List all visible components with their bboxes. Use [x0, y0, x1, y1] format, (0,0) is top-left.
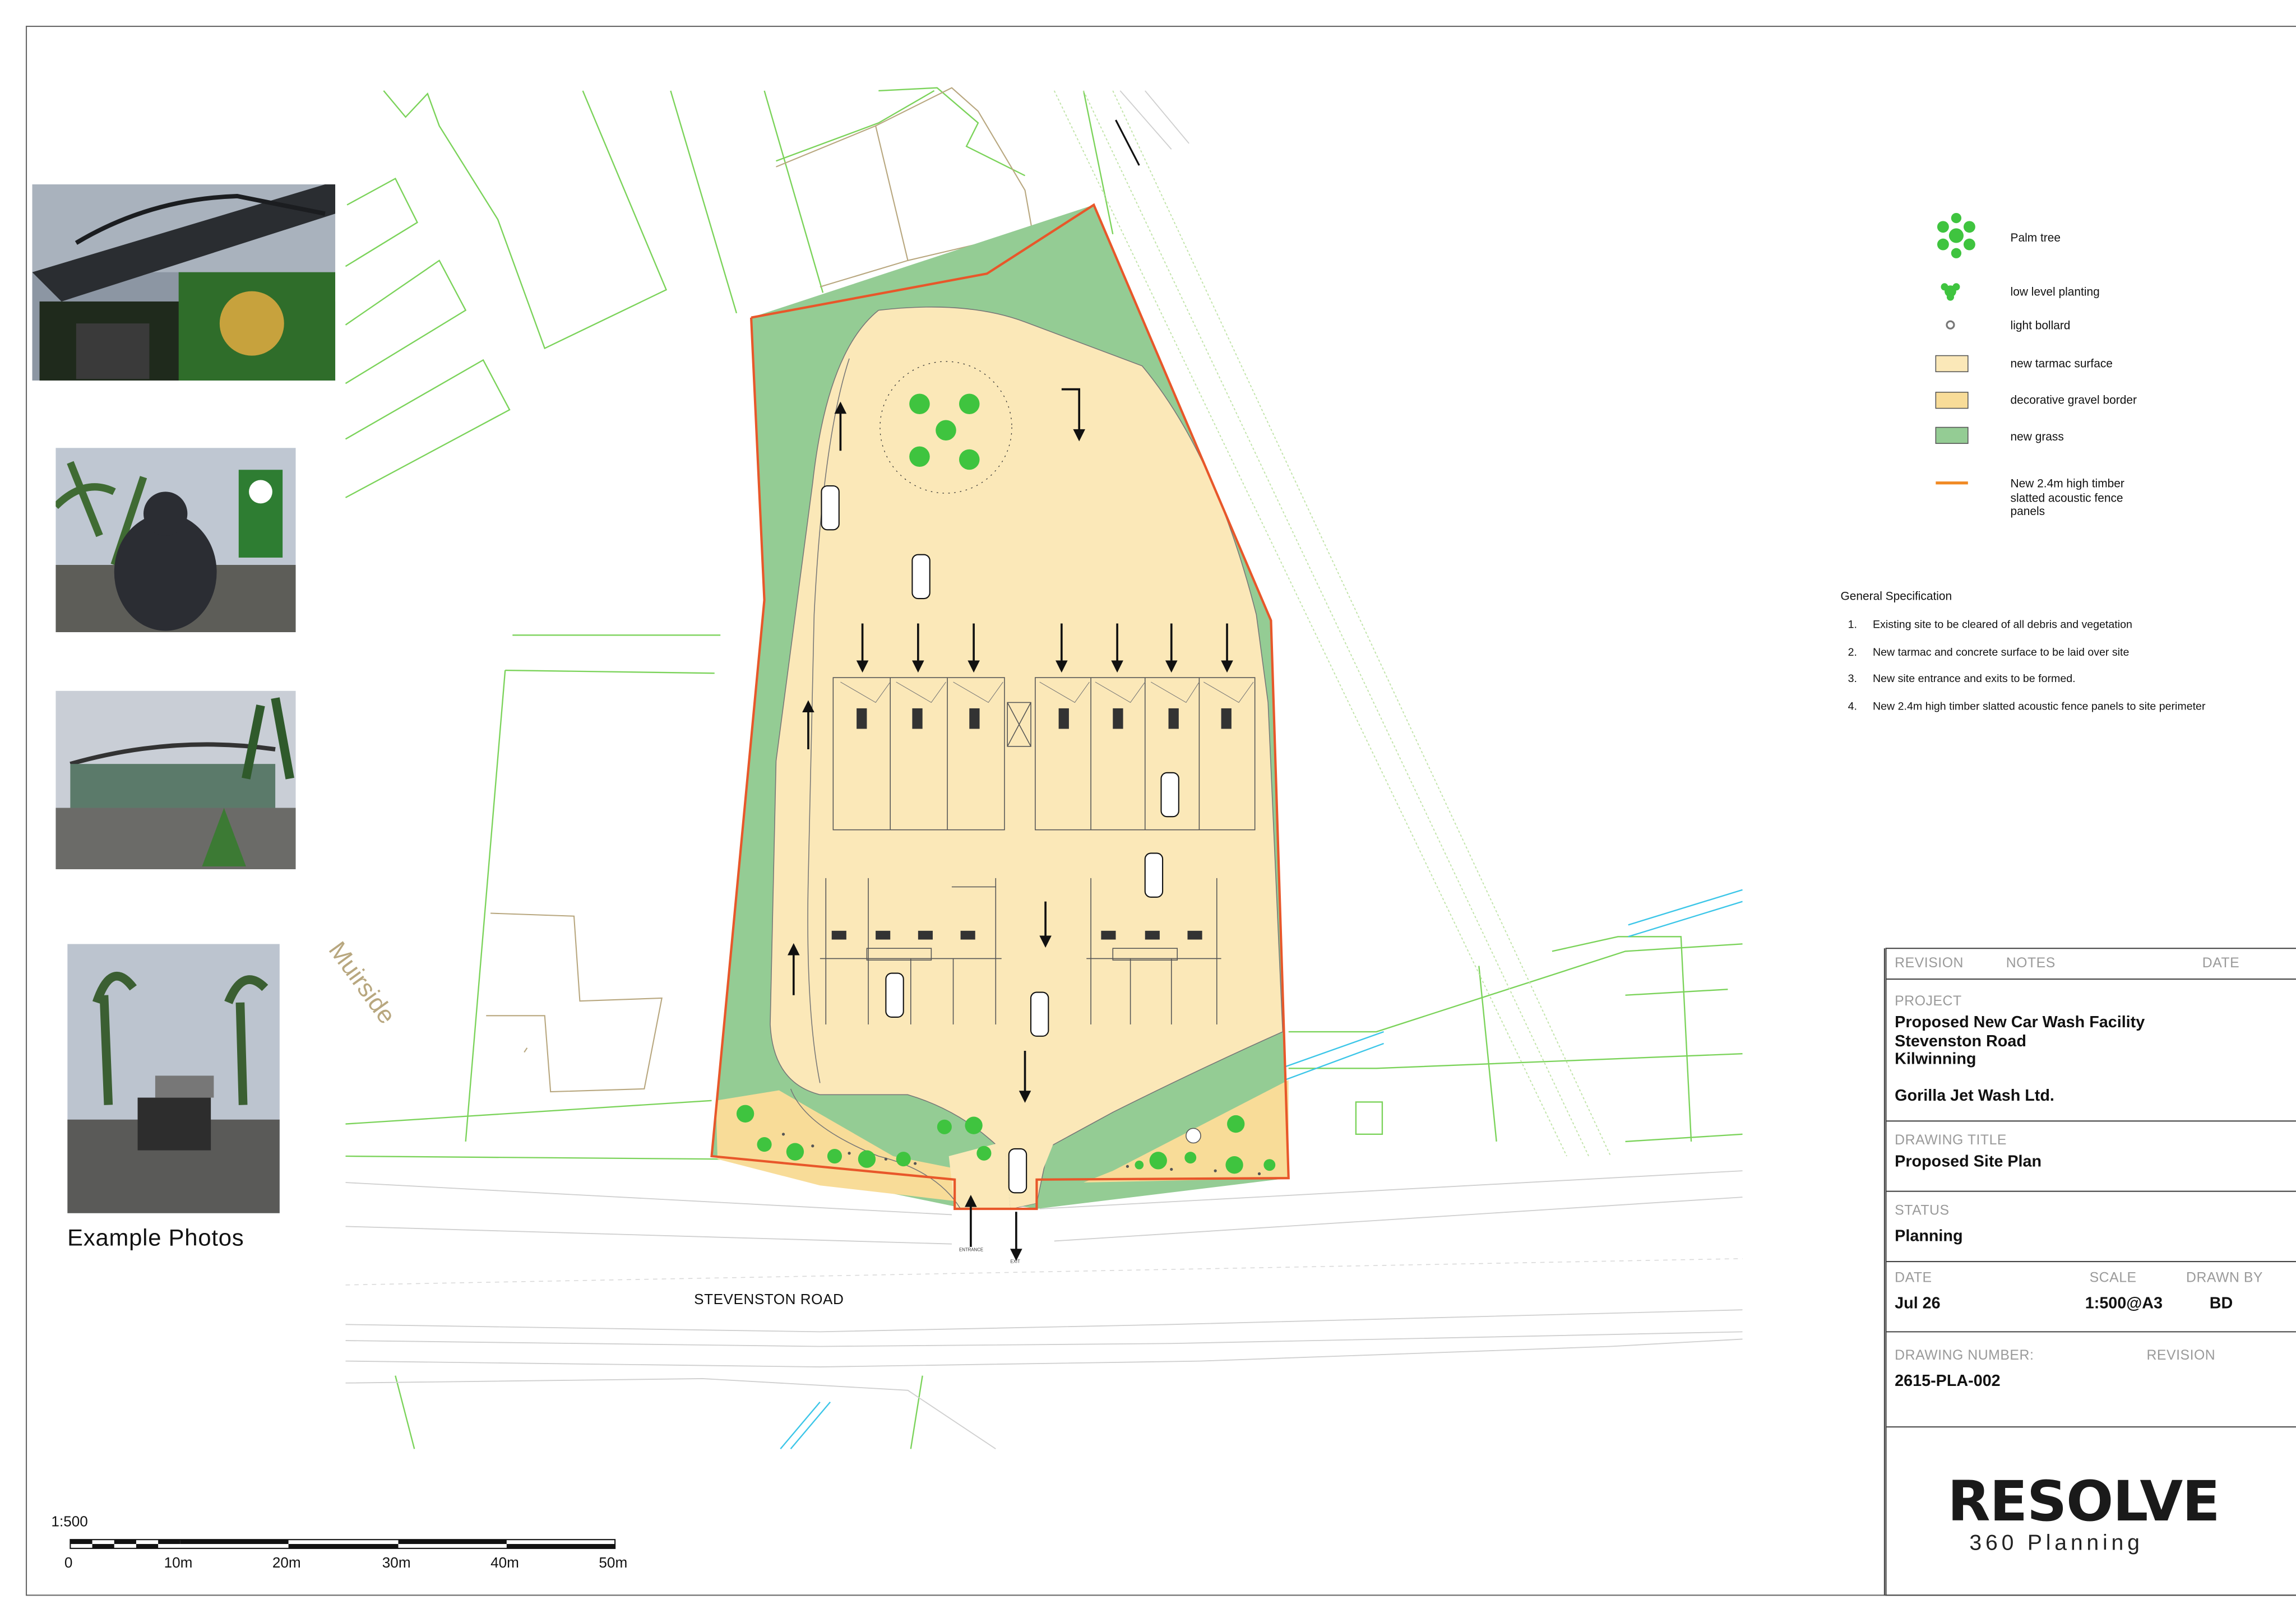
scale-tick-label: 20m — [272, 1555, 301, 1572]
specification-title: General Specification — [1840, 590, 1952, 603]
revision-column-label: REVISION — [1895, 956, 1964, 972]
legend-item: new tarmac surface — [2010, 357, 2113, 370]
scale-ratio: 1:500 — [51, 1514, 88, 1531]
drawing-title-label: DRAWING TITLE — [1895, 1133, 2007, 1149]
specification-item: 3. New site entrance and exits to be form… — [1848, 671, 2076, 685]
scale-tick-label: 0 — [64, 1555, 73, 1572]
date-label: DATE — [1895, 1270, 1932, 1287]
feature-statue — [1186, 1128, 1201, 1144]
project-line: Kilwinning — [1895, 1050, 1976, 1069]
exit-label: EXIT — [1010, 1258, 1020, 1265]
company-logo-subtitle: 360 Planning — [1969, 1531, 2144, 1556]
scale-bar — [70, 1539, 616, 1549]
drawing-number-label: DRAWING NUMBER: — [1895, 1348, 2034, 1364]
drawing-sheet: Example Photos STEVENSTON ROAD Muirside … — [0, 0, 2296, 1623]
legend-item: decorative gravel border — [2010, 393, 2137, 407]
legend-item: new grass — [2010, 430, 2064, 444]
date-column-label: DATE — [2202, 956, 2240, 972]
scale-value: 1:500@A3 — [2085, 1295, 2163, 1313]
client-name: Gorilla Jet Wash Ltd. — [1895, 1087, 2054, 1105]
scale-tick-label: 40m — [490, 1555, 519, 1572]
specification-item: 4. New 2.4m high timber slatted acoustic … — [1848, 699, 2206, 713]
legend-item: New 2.4m high timber slatted acoustic fe… — [2010, 477, 2124, 518]
drawn-by-label: DRAWN BY — [2186, 1270, 2263, 1287]
project-line: Stevenston Road — [1895, 1033, 2026, 1051]
scale-tick-label: 50m — [599, 1555, 628, 1572]
entrance-label: ENTRANCE — [959, 1246, 984, 1253]
road-lines — [345, 1170, 1743, 1450]
notes-column-label: NOTES — [2006, 956, 2056, 972]
company-logo: RESOLVE — [1947, 1469, 2220, 1534]
specification-item: 2. New tarmac and concrete surface to be … — [1848, 645, 2130, 659]
drawing-title: Proposed Site Plan — [1895, 1153, 2042, 1171]
drawing-number: 2615-PLA-002 — [1895, 1372, 2001, 1390]
scale-label: SCALE — [2089, 1270, 2137, 1287]
project-label: PROJECT — [1895, 994, 1962, 1010]
road-name-label: STEVENSTON ROAD — [694, 1292, 844, 1309]
scale-tick-label: 10m — [164, 1555, 193, 1572]
specification-item: 1. Existing site to be cleared of all deb… — [1848, 618, 2132, 631]
status-label: STATUS — [1895, 1203, 1950, 1219]
drawn-by-value: BD — [2209, 1295, 2233, 1313]
legend-item: light bollard — [2010, 319, 2071, 332]
entrance-sign-photo — [67, 944, 280, 1213]
scale-tick-label: 30m — [382, 1555, 411, 1572]
gorilla-statue-photo — [55, 448, 296, 633]
canopy-photo — [32, 184, 336, 381]
legend-item: Palm tree — [2010, 231, 2061, 245]
status-value: Planning — [1895, 1227, 1963, 1246]
wash-bays-photo — [55, 690, 296, 870]
date-value: Jul 26 — [1895, 1295, 1941, 1313]
revision-label: REVISION — [2146, 1348, 2216, 1364]
project-line: Proposed New Car Wash Facility — [1895, 1014, 2145, 1032]
legend-item: low level planting — [2010, 285, 2100, 299]
example-photos-caption: Example Photos — [67, 1226, 244, 1251]
